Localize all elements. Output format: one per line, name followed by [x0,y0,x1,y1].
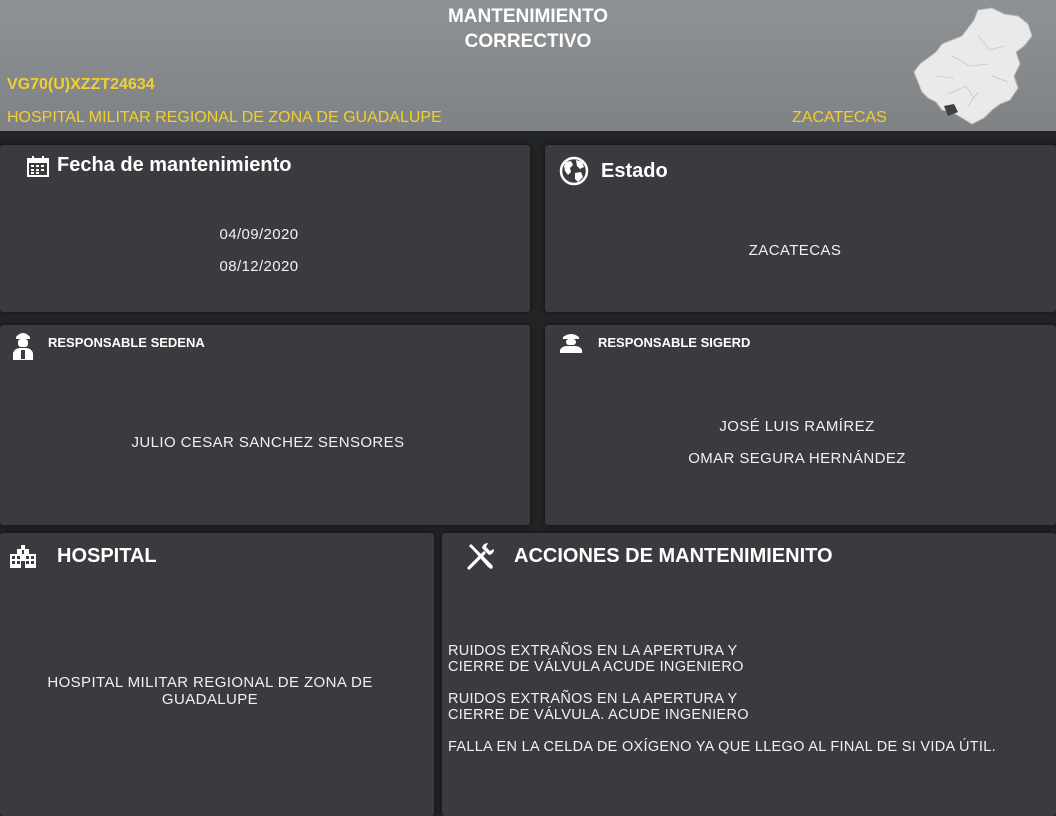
acciones-panel: ACCIONES DE MANTENIMIENITO RUIDOS EXTRAÑ… [442,533,1056,816]
fecha-panel: Fecha de mantenimiento 04/09/2020 08/12/… [0,145,530,312]
fecha-title: Fecha de mantenimiento [57,154,292,176]
soldier-icon [13,333,33,360]
calendar-icon [27,156,49,177]
tools-icon [467,543,494,570]
header-bar: MANTENIMIENTO CORRECTIVO VG70(U)XZZT2463… [0,0,1056,131]
acciones-title: ACCIONES DE MANTENIMIENITO [514,545,833,567]
fecha-date-2: 08/12/2020 [219,258,299,275]
sedena-value: JULIO CESAR SANCHEZ SENSORES [131,434,405,451]
officer-icon [560,334,582,353]
sigerd-panel: RESPONSABLE SIGERD JOSÉ LUIS RAMÍREZ OMA… [545,325,1056,525]
header-state-name: ZACATECAS [792,109,887,126]
sigerd-name-2: OMAR SEGURA HERNÁNDEZ [688,450,906,467]
acciones-list: RUIDOS EXTRAÑOS EN LA APERTURA Y CIERRE … [448,643,1048,771]
sedena-panel: RESPONSABLE SEDENA JULIO CESAR SANCHEZ S… [0,325,530,525]
zacatecas-map [913,7,1033,125]
estado-value: ZACATECAS [748,242,842,259]
fecha-date-1: 04/09/2020 [219,226,299,243]
hospital-icon [10,545,36,568]
header-hospital-name: HOSPITAL MILITAR REGIONAL DE ZONA DE GUA… [7,109,442,126]
hospital-title: HOSPITAL [57,545,157,567]
hospital-panel: HOSPITAL HOSPITAL MILITAR REGIONAL DE ZO… [0,533,434,816]
equipment-code: VG70(U)XZZT24634 [7,76,155,93]
accion-item: RUIDOS EXTRAÑOS EN LA APERTURA Y CIERRE … [448,691,749,723]
accion-item: RUIDOS EXTRAÑOS EN LA APERTURA Y CIERRE … [448,643,744,675]
sedena-title: RESPONSABLE SEDENA [48,335,205,350]
accion-item: FALLA EN LA CELDA DE OXÍGENO YA QUE LLEG… [448,739,996,755]
estado-title: Estado [601,160,668,182]
sigerd-name-1: JOSÉ LUIS RAMÍREZ [719,418,875,435]
estado-panel: Estado ZACATECAS [545,145,1056,312]
page-title-line1: MANTENIMIENTO [447,6,609,27]
page-title: MANTENIMIENTO CORRECTIVO [378,4,678,54]
globe-icon [559,156,589,186]
hospital-value: HOSPITAL MILITAR REGIONAL DE ZONA DE GUA… [47,674,373,708]
page-title-line2: CORRECTIVO [464,31,592,52]
sigerd-title: RESPONSABLE SIGERD [598,335,751,350]
